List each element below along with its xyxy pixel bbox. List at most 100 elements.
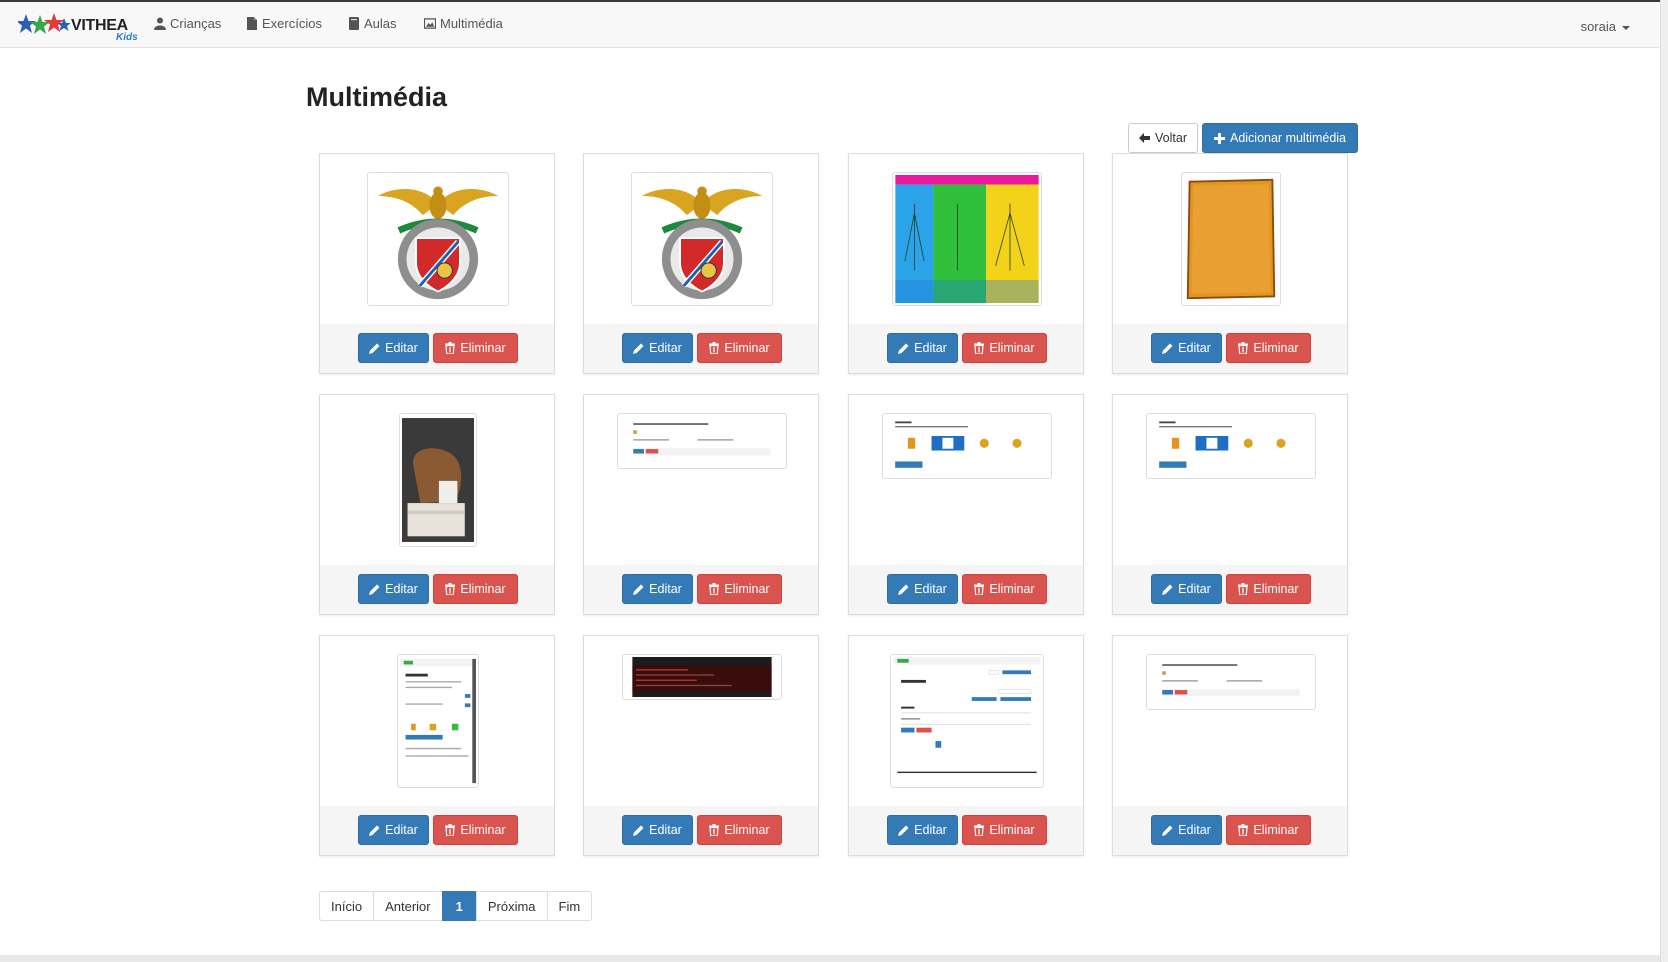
edit-button[interactable]: Editar xyxy=(1151,815,1222,845)
page-first[interactable]: Início xyxy=(319,891,375,921)
media-thumbnail[interactable] xyxy=(397,654,479,788)
edit-button[interactable]: Editar xyxy=(358,815,429,845)
delete-button[interactable]: Eliminar xyxy=(697,333,782,363)
edit-label: Editar xyxy=(1178,341,1211,355)
media-thumbnail[interactable] xyxy=(631,172,773,306)
delete-button[interactable]: Eliminar xyxy=(433,333,518,363)
edit-label: Editar xyxy=(914,341,947,355)
card-actions: Editar Eliminar xyxy=(1113,324,1347,373)
delete-button[interactable]: Eliminar xyxy=(962,815,1047,845)
trash-icon xyxy=(445,342,456,354)
media-card: Editar Eliminar xyxy=(1112,394,1348,615)
page-next[interactable]: Próxima xyxy=(475,891,548,921)
add-multimedia-button[interactable]: Adicionar multimédia xyxy=(1202,123,1358,153)
card-actions: Editar Eliminar xyxy=(849,565,1083,614)
page-current[interactable]: 1 xyxy=(441,891,477,921)
delete-label: Eliminar xyxy=(460,823,506,837)
edit-button[interactable]: Editar xyxy=(887,815,958,845)
edit-label: Editar xyxy=(385,582,418,596)
delete-button[interactable]: Eliminar xyxy=(1226,815,1311,845)
back-button[interactable]: Voltar xyxy=(1128,123,1198,153)
edit-label: Editar xyxy=(385,823,418,837)
edit-button[interactable]: Editar xyxy=(887,574,958,604)
pencil-icon xyxy=(633,343,644,354)
trash-icon xyxy=(1238,583,1249,595)
media-thumbnail[interactable] xyxy=(1146,413,1316,479)
arrow-left-icon xyxy=(1139,133,1151,143)
delete-button[interactable]: Eliminar xyxy=(697,815,782,845)
edit-button[interactable]: Editar xyxy=(1151,333,1222,363)
media-thumbnail[interactable] xyxy=(399,413,477,547)
media-thumbnail[interactable] xyxy=(617,413,787,469)
card-actions: Editar Eliminar xyxy=(584,806,818,855)
delete-label: Eliminar xyxy=(1253,823,1299,837)
media-thumbnail[interactable] xyxy=(882,413,1052,479)
pencil-icon xyxy=(369,584,380,595)
media-thumbnail[interactable] xyxy=(1146,654,1316,710)
brand-logo[interactable]: VITHEA Kids xyxy=(18,8,138,44)
trash-icon xyxy=(445,583,456,595)
media-card: Editar Eliminar xyxy=(848,394,1084,615)
nav-item-aulas[interactable]: Aulas xyxy=(348,16,397,31)
nav-item-exercicios[interactable]: Exercícios xyxy=(246,16,322,31)
media-card: Editar Eliminar xyxy=(319,153,555,374)
delete-button[interactable]: Eliminar xyxy=(962,574,1047,604)
trash-icon xyxy=(974,824,985,836)
add-label: Adicionar multimédia xyxy=(1229,131,1347,145)
delete-button[interactable]: Eliminar xyxy=(962,333,1047,363)
nav-item-criancas[interactable]: Crianças xyxy=(154,16,221,31)
edit-button[interactable]: Editar xyxy=(622,574,693,604)
trash-icon xyxy=(1238,342,1249,354)
media-card: Editar Eliminar xyxy=(319,635,555,856)
media-thumbnail[interactable] xyxy=(890,654,1044,788)
media-thumbnail[interactable] xyxy=(892,172,1042,306)
delete-label: Eliminar xyxy=(460,582,506,596)
edit-button[interactable]: Editar xyxy=(358,333,429,363)
trash-icon xyxy=(709,824,720,836)
book-icon xyxy=(349,17,359,30)
nav-item-multimedia[interactable]: Multimédia xyxy=(424,16,503,31)
pencil-icon xyxy=(898,343,909,354)
media-card: Editar Eliminar xyxy=(583,635,819,856)
edit-label: Editar xyxy=(649,582,682,596)
edit-button[interactable]: Editar xyxy=(622,815,693,845)
media-card: Editar Eliminar xyxy=(1112,153,1348,374)
trash-icon xyxy=(974,342,985,354)
scrollbar[interactable] xyxy=(1660,0,1668,962)
edit-button[interactable]: Editar xyxy=(887,333,958,363)
brand-stars-icon xyxy=(18,13,70,34)
edit-button[interactable]: Editar xyxy=(1151,574,1222,604)
delete-button[interactable]: Eliminar xyxy=(1226,574,1311,604)
media-thumbnail[interactable] xyxy=(1181,172,1281,306)
edit-button[interactable]: Editar xyxy=(622,333,693,363)
delete-label: Eliminar xyxy=(460,341,506,355)
edit-label: Editar xyxy=(914,582,947,596)
user-menu[interactable]: soraia xyxy=(1581,19,1630,34)
pencil-icon xyxy=(633,584,644,595)
card-actions: Editar Eliminar xyxy=(1113,806,1347,855)
pencil-icon xyxy=(1162,825,1173,836)
page-prev[interactable]: Anterior xyxy=(373,891,443,921)
delete-label: Eliminar xyxy=(724,582,770,596)
page-last[interactable]: Fim xyxy=(546,891,593,921)
nav-label: Multimédia xyxy=(440,16,503,31)
media-thumbnail[interactable] xyxy=(622,654,782,700)
card-actions: Editar Eliminar xyxy=(320,565,554,614)
media-card: Editar Eliminar xyxy=(583,153,819,374)
delete-label: Eliminar xyxy=(1253,582,1299,596)
edit-label: Editar xyxy=(1178,823,1211,837)
media-thumbnail[interactable] xyxy=(367,172,509,306)
card-actions: Editar Eliminar xyxy=(1113,565,1347,614)
nav-label: Aulas xyxy=(364,16,397,31)
delete-button[interactable]: Eliminar xyxy=(1226,333,1311,363)
edit-button[interactable]: Editar xyxy=(358,574,429,604)
delete-button[interactable]: Eliminar xyxy=(697,574,782,604)
pencil-icon xyxy=(1162,584,1173,595)
back-label: Voltar xyxy=(1155,131,1187,145)
card-actions: Editar Eliminar xyxy=(320,806,554,855)
delete-button[interactable]: Eliminar xyxy=(433,815,518,845)
pencil-icon xyxy=(369,343,380,354)
delete-label: Eliminar xyxy=(989,341,1035,355)
delete-button[interactable]: Eliminar xyxy=(433,574,518,604)
trash-icon xyxy=(1238,824,1249,836)
